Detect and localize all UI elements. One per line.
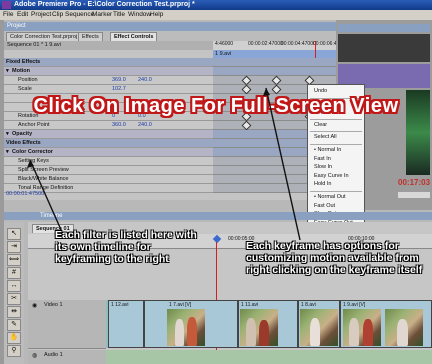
callout-filter-text: Each filter is listed here with its own …: [55, 229, 197, 265]
callout-arrow-right: [265, 87, 301, 241]
callout-arrowhead-right: [263, 88, 270, 96]
callout-keyframe-text: Each keyframe has options for customizin…: [246, 240, 423, 276]
callout-arrows: [27, 87, 301, 241]
callout-arrow-left: [29, 159, 63, 233]
